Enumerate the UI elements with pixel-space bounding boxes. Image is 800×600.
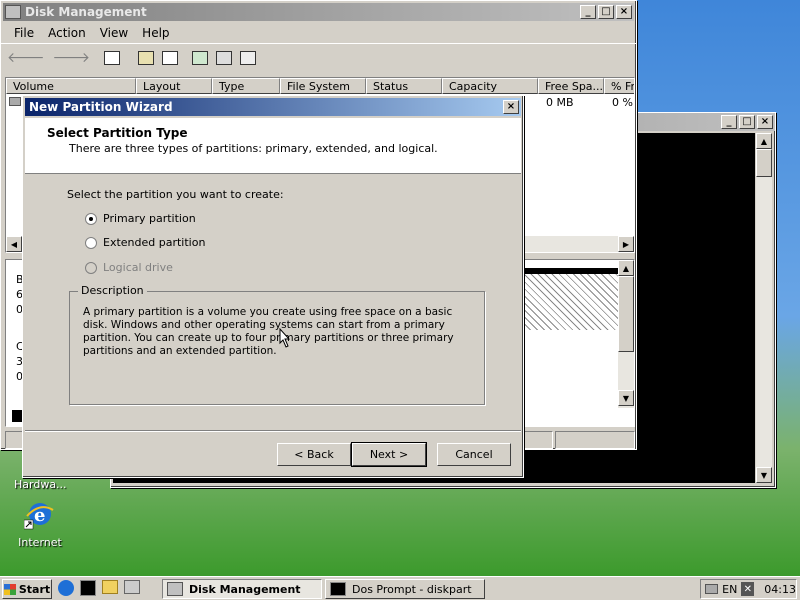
mouse-cursor-icon xyxy=(279,327,291,351)
back-arrow-icon[interactable]: 🡐 xyxy=(7,49,45,66)
window-title: Disk Management xyxy=(25,5,147,19)
wizard-titlebar[interactable]: New Partition Wizard × xyxy=(25,98,521,116)
graphical-view-vscrollbar[interactable]: ▲ ▼ xyxy=(618,260,634,408)
column-capacity[interactable]: Capacity xyxy=(442,78,538,94)
minimize-icon[interactable]: _ xyxy=(580,5,596,19)
taskbar: Start Disk Management Dos Prompt - diskp… xyxy=(0,576,800,600)
disk-management-titlebar[interactable]: Disk Management _ □ × xyxy=(3,3,634,21)
network-icon[interactable]: ✕ xyxy=(741,582,755,596)
folder-icon[interactable] xyxy=(102,580,118,594)
close-icon[interactable]: × xyxy=(503,100,519,114)
desktop-icon-label-hardware[interactable]: Hardwa... xyxy=(14,478,67,491)
column-layout[interactable]: Layout xyxy=(136,78,212,94)
menu-action[interactable]: Action xyxy=(41,26,93,40)
cancel-button[interactable]: Cancel xyxy=(437,443,511,466)
desktop-icon-label-internet[interactable]: Internet xyxy=(14,536,66,549)
computer-management-icon xyxy=(5,5,21,19)
rescan-icon[interactable] xyxy=(216,50,233,65)
radio-logical-drive: Logical drive xyxy=(85,261,173,274)
scroll-right-icon[interactable]: ▶ xyxy=(618,236,634,252)
column-volume[interactable]: Volume xyxy=(6,78,136,94)
scroll-up-icon[interactable]: ▲ xyxy=(618,260,634,276)
option-label: Logical drive xyxy=(103,261,173,274)
scroll-down-icon[interactable]: ▼ xyxy=(618,390,634,406)
wizard-title: New Partition Wizard xyxy=(29,100,173,114)
toolbar: 🡐 🡒 xyxy=(1,43,636,71)
close-icon[interactable]: × xyxy=(616,5,632,19)
description-groupbox: Description A primary partition is a vol… xyxy=(69,284,485,405)
row-free-space: 0 MB xyxy=(546,96,574,109)
maximize-icon[interactable]: □ xyxy=(598,5,614,19)
desktop: Hardwa... e Internet _ □ × ▲ ▼ Disk Mana… xyxy=(0,0,800,576)
new-partition-wizard-dialog[interactable]: New Partition Wizard × Select Partition … xyxy=(22,95,524,478)
column-type[interactable]: Type xyxy=(212,78,280,94)
column-free-space[interactable]: Free Spa... xyxy=(538,78,604,94)
task-disk-management[interactable]: Disk Management xyxy=(162,579,322,599)
radio-button[interactable] xyxy=(85,213,97,225)
internet-explorer-icon[interactable] xyxy=(58,580,74,596)
task-dos-prompt[interactable]: Dos Prompt - diskpart xyxy=(325,579,485,599)
radio-button[interactable] xyxy=(85,237,97,249)
scroll-up-icon[interactable]: ▲ xyxy=(756,133,772,149)
partition-prompt: Select the partition you want to create: xyxy=(67,188,284,201)
internet-explorer-icon[interactable]: e xyxy=(23,500,54,530)
task-label: Disk Management xyxy=(189,582,301,596)
radio-primary-partition[interactable]: Primary partition xyxy=(85,212,196,225)
radio-button xyxy=(85,262,97,274)
wizard-subheading: There are three types of partitions: pri… xyxy=(69,142,438,155)
command-prompt-icon xyxy=(330,582,346,596)
start-label: Start xyxy=(18,582,51,596)
refresh-icon[interactable] xyxy=(192,50,209,65)
wizard-header: Select Partition Type There are three ty… xyxy=(25,118,521,174)
back-button[interactable]: < Back xyxy=(277,443,351,466)
clock[interactable]: 04:13 xyxy=(764,583,796,596)
properties-icon[interactable] xyxy=(138,50,155,65)
volume-list-header: Volume Layout Type File System Status Capacit… xyxy=(6,78,634,94)
settings-icon[interactable] xyxy=(240,50,257,65)
console-scrollbar[interactable]: ▲ ▼ xyxy=(756,133,772,483)
menu-file[interactable]: File xyxy=(7,26,41,40)
show-desktop-icon[interactable] xyxy=(124,580,140,594)
windows-logo-icon xyxy=(3,583,16,595)
close-icon[interactable]: × xyxy=(757,115,773,129)
menu-view[interactable]: View xyxy=(93,26,135,40)
start-button[interactable]: Start xyxy=(2,579,52,599)
wizard-separator xyxy=(25,430,521,432)
system-tray: EN ✕ 04:13 xyxy=(700,579,797,599)
scroll-thumb[interactable] xyxy=(756,149,772,177)
scroll-thumb[interactable] xyxy=(618,276,634,352)
scroll-down-icon[interactable]: ▼ xyxy=(756,467,772,483)
minimize-icon[interactable]: _ xyxy=(721,115,737,129)
column-file-system[interactable]: File System xyxy=(280,78,366,94)
radio-extended-partition[interactable]: Extended partition xyxy=(85,236,205,249)
column-percent-free[interactable]: % Fre xyxy=(604,78,634,94)
language-indicator[interactable]: EN xyxy=(722,583,737,596)
help-icon[interactable] xyxy=(162,50,179,65)
computer-management-icon xyxy=(167,582,183,596)
scroll-left-icon[interactable]: ◀ xyxy=(6,236,22,252)
command-prompt-icon[interactable] xyxy=(80,580,96,596)
wizard-heading: Select Partition Type xyxy=(47,126,188,140)
next-button[interactable]: Next > xyxy=(351,442,427,467)
option-label: Primary partition xyxy=(103,212,196,225)
quick-launch xyxy=(58,580,140,596)
row-percent-free: 0 % xyxy=(612,96,633,109)
task-label: Dos Prompt - diskpart xyxy=(352,582,472,596)
description-title: Description xyxy=(78,284,147,297)
menu-bar: File Action View Help xyxy=(1,23,636,43)
drive-icon[interactable] xyxy=(705,584,719,594)
unallocated-partition-bar[interactable] xyxy=(524,268,618,330)
drive-icon xyxy=(9,97,21,106)
menu-help[interactable]: Help xyxy=(135,26,176,40)
forward-arrow-icon[interactable]: 🡒 xyxy=(53,49,91,66)
show-hide-tree-icon[interactable] xyxy=(104,50,121,65)
column-status[interactable]: Status xyxy=(366,78,442,94)
maximize-icon[interactable]: □ xyxy=(739,115,755,129)
option-label: Extended partition xyxy=(103,236,206,249)
description-text: A primary partition is a volume you crea… xyxy=(83,306,454,357)
